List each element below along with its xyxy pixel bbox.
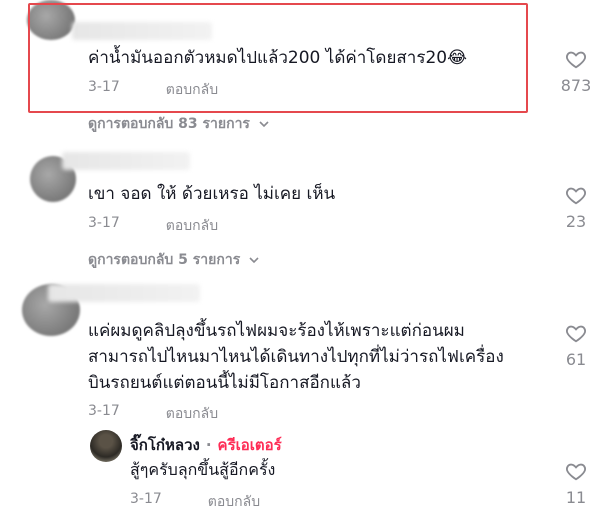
comment-meta: 3-17 ตอบกลับ bbox=[88, 79, 218, 101]
like-count: 61 bbox=[565, 350, 587, 369]
heart-icon bbox=[566, 187, 586, 205]
comment-text: ค่าน้ำมันออกตัวหมดไปแล้ว200 ได้ค่าโดยสาร… bbox=[88, 48, 467, 68]
like-button[interactable]: 11 bbox=[556, 460, 596, 507]
comments-panel: ค่าน้ำมันออกตัวหมดไปแล้ว200 ได้ค่าโดยสาร… bbox=[0, 0, 606, 525]
view-replies-label: ดูการตอบกลับ 5 รายการ bbox=[88, 252, 241, 268]
like-button[interactable]: 23 bbox=[556, 184, 596, 231]
comment-text: เขา จอด ให้ ด้วยเหรอ ไม่เคย เห็น bbox=[88, 184, 336, 204]
username-blurred[interactable] bbox=[62, 152, 190, 170]
view-replies-label: ดูการตอบกลับ 83 รายการ bbox=[88, 116, 250, 132]
reply-date: 3-17 bbox=[130, 491, 162, 507]
comment-date: 3-17 bbox=[88, 79, 120, 95]
view-replies-button[interactable]: ดูการตอบกลับ 83 รายการ bbox=[88, 113, 270, 135]
reply-text: สู้ๆครับลุกขึ้นสู้อีกครั้ง bbox=[130, 460, 276, 479]
reply-button[interactable]: ตอบกลับ bbox=[166, 215, 218, 237]
like-count: 873 bbox=[560, 76, 592, 95]
reply-button[interactable]: ตอบกลับ bbox=[208, 491, 260, 513]
chevron-down-icon bbox=[249, 257, 259, 264]
avatar[interactable] bbox=[90, 430, 122, 462]
reply-button[interactable]: ตอบกลับ bbox=[166, 403, 218, 425]
comment-text-line: สามารถไปไหนมาไหนได้เดินทางไปทุกที่ไม่ว่า… bbox=[88, 347, 504, 367]
reply-author[interactable]: จิ๊กโก๋หลวง bbox=[130, 433, 200, 457]
separator: · bbox=[205, 436, 212, 454]
like-count: 11 bbox=[565, 488, 587, 507]
username-blurred[interactable] bbox=[48, 284, 200, 302]
comment-text-line: บินรถยนต์แต่ตอนนี้ไม่มีโอกาสอีกแล้ว bbox=[88, 373, 361, 393]
like-button[interactable]: 61 bbox=[556, 322, 596, 369]
chevron-down-icon bbox=[259, 121, 269, 128]
reply-button[interactable]: ตอบกลับ bbox=[166, 79, 218, 101]
comment-text-line: แค่ผมดูคลิปลุงขึ้นรถไฟผมจะร้องไห้เพราะแต… bbox=[88, 321, 465, 341]
like-button[interactable]: 873 bbox=[556, 48, 596, 95]
heart-icon bbox=[566, 463, 586, 481]
like-count: 23 bbox=[565, 212, 587, 231]
view-replies-button[interactable]: ดูการตอบกลับ 5 รายการ bbox=[88, 249, 260, 271]
reply-meta: 3-17 ตอบกลับ bbox=[130, 491, 260, 513]
reply-author-line: จิ๊กโก๋หลวง · ครีเอเตอร์ bbox=[130, 433, 282, 457]
heart-icon bbox=[566, 325, 586, 343]
heart-icon bbox=[566, 51, 586, 69]
comment-date: 3-17 bbox=[88, 403, 120, 419]
comment-meta: 3-17 ตอบกลับ bbox=[88, 403, 218, 425]
creator-badge: ครีเอเตอร์ bbox=[217, 436, 282, 454]
comment-meta: 3-17 ตอบกลับ bbox=[88, 215, 218, 237]
comment-date: 3-17 bbox=[88, 215, 120, 231]
